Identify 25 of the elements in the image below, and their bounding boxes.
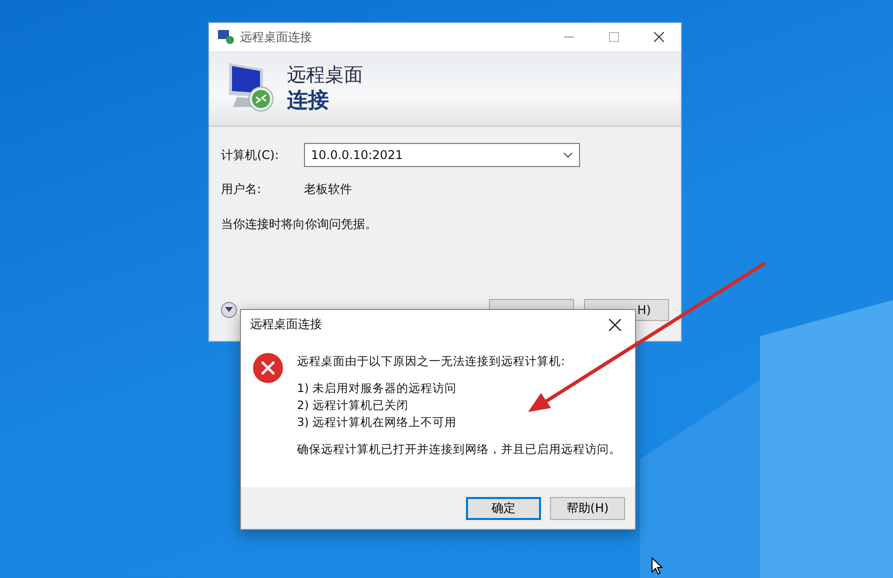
monitor-icon (217, 29, 235, 45)
reason-item: 3) 远程计算机在网络上不可用 (297, 414, 458, 431)
error-icon (253, 353, 283, 383)
banner-title: 远程桌面 (287, 63, 363, 87)
error-message: 远程桌面由于以下原因之一无法连接到远程计算机: (297, 353, 566, 370)
reason-item: 1) 未启用对服务器的远程访问 (297, 380, 458, 397)
close-icon (654, 32, 664, 42)
computer-label: 计算机(C): (221, 146, 280, 164)
credentials-note: 当你连接时将向你询问凭据。 (221, 216, 378, 233)
close-icon (609, 318, 621, 330)
mouse-cursor-icon (651, 557, 663, 575)
help-button[interactable]: 帮助(H) (550, 496, 625, 520)
show-options-button[interactable] (221, 302, 237, 318)
window-title: 远程桌面连接 (240, 28, 312, 46)
error-hint: 确保远程计算机已打开并连接到网络，并且已启用远程访问。 (297, 441, 621, 458)
chevron-down-icon (563, 152, 573, 158)
dialog-title: 远程桌面连接 (250, 316, 322, 333)
computer-combobox[interactable]: 10.0.0.10:2021 (304, 143, 580, 167)
reason-item: 2) 远程计算机已关闭 (297, 397, 410, 414)
banner-subtitle: 连接 (287, 87, 330, 113)
username-value: 老板软件 (304, 181, 352, 198)
maximize-icon (608, 32, 618, 42)
ok-button[interactable]: 确定 (466, 496, 541, 520)
chevron-down-icon (225, 307, 233, 313)
username-label: 用户名: (221, 181, 262, 198)
